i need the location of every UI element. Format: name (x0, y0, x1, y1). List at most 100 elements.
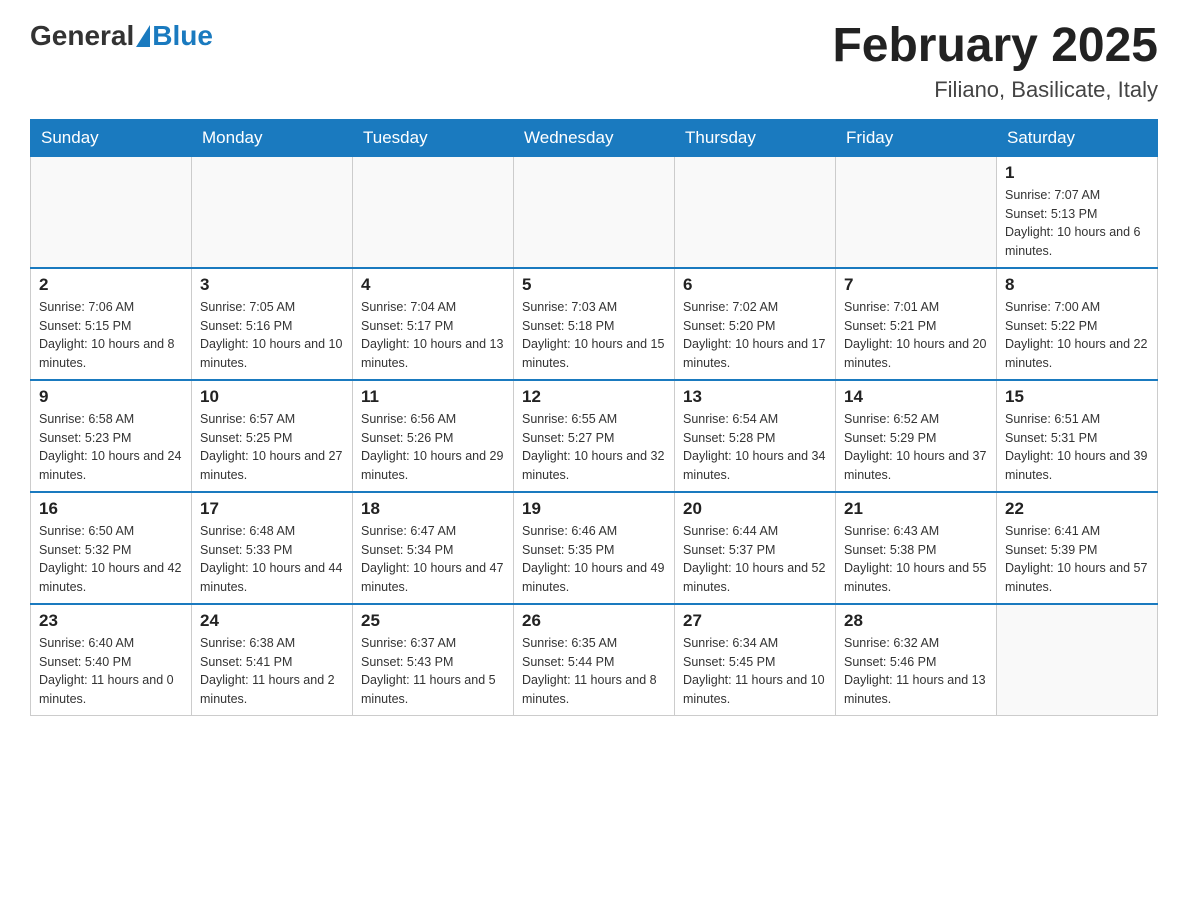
calendar-cell (31, 156, 192, 268)
day-info: Sunrise: 6:40 AMSunset: 5:40 PMDaylight:… (39, 634, 183, 709)
day-number: 22 (1005, 499, 1149, 519)
day-info: Sunrise: 6:54 AMSunset: 5:28 PMDaylight:… (683, 410, 827, 485)
calendar-cell (836, 156, 997, 268)
calendar-cell: 11 Sunrise: 6:56 AMSunset: 5:26 PMDayligh… (353, 380, 514, 492)
day-number: 20 (683, 499, 827, 519)
day-info: Sunrise: 7:00 AMSunset: 5:22 PMDaylight:… (1005, 298, 1149, 373)
calendar-cell: 26Sunrise: 6:35 AMSunset: 5:44 PMDayligh… (514, 604, 675, 716)
calendar-cell: 16 Sunrise: 6:50 AMSunset: 5:32 PMDayligh… (31, 492, 192, 604)
day-number: 6 (683, 275, 827, 295)
calendar-cell: 12Sunrise: 6:55 AMSunset: 5:27 PMDayligh… (514, 380, 675, 492)
calendar-cell: 1 Sunrise: 7:07 AMSunset: 5:13 PMDaylight… (997, 156, 1158, 268)
day-info: Sunrise: 7:03 AMSunset: 5:18 PMDaylight:… (522, 298, 666, 373)
day-info: Sunrise: 7:05 AMSunset: 5:16 PMDaylight:… (200, 298, 344, 373)
calendar-cell: 25 Sunrise: 6:37 AMSunset: 5:43 PMDayligh… (353, 604, 514, 716)
day-number: 5 (522, 275, 666, 295)
day-info: Sunrise: 6:57 AMSunset: 5:25 PMDaylight:… (200, 410, 344, 485)
day-number: 24 (200, 611, 344, 631)
calendar-cell: 5 Sunrise: 7:03 AMSunset: 5:18 PMDaylight… (514, 268, 675, 380)
calendar-cell (192, 156, 353, 268)
calendar-cell: 14 Sunrise: 6:52 AMSunset: 5:29 PMDayligh… (836, 380, 997, 492)
calendar-cell: 18 Sunrise: 6:47 AMSunset: 5:34 PMDayligh… (353, 492, 514, 604)
calendar-cell: 4 Sunrise: 7:04 AMSunset: 5:17 PMDaylight… (353, 268, 514, 380)
week-row-3: 9 Sunrise: 6:58 AMSunset: 5:23 PMDaylight… (31, 380, 1158, 492)
month-title: February 2025 (832, 20, 1158, 73)
day-info: Sunrise: 6:55 AMSunset: 5:27 PMDaylight:… (522, 410, 666, 485)
day-number: 21 (844, 499, 988, 519)
calendar-cell: 27Sunrise: 6:34 AMSunset: 5:45 PMDayligh… (675, 604, 836, 716)
day-info: Sunrise: 6:52 AMSunset: 5:29 PMDaylight:… (844, 410, 988, 485)
day-info: Sunrise: 6:58 AMSunset: 5:23 PMDaylight:… (39, 410, 183, 485)
logo: General Blue (30, 20, 213, 52)
col-sunday: Sunday (31, 119, 192, 156)
day-number: 18 (361, 499, 505, 519)
day-info: Sunrise: 6:48 AMSunset: 5:33 PMDaylight:… (200, 522, 344, 597)
calendar-cell: 10 Sunrise: 6:57 AMSunset: 5:25 PMDayligh… (192, 380, 353, 492)
day-number: 19 (522, 499, 666, 519)
title-section: February 2025 Filiano, Basilicate, Italy (832, 20, 1158, 103)
day-number: 7 (844, 275, 988, 295)
day-number: 15 (1005, 387, 1149, 407)
logo-general-text: General (30, 20, 134, 52)
calendar-cell: 21 Sunrise: 6:43 AMSunset: 5:38 PMDayligh… (836, 492, 997, 604)
calendar-cell: 19 Sunrise: 6:46 AMSunset: 5:35 PMDayligh… (514, 492, 675, 604)
page-header: General Blue February 2025 Filiano, Basi… (30, 20, 1158, 103)
day-info: Sunrise: 6:38 AMSunset: 5:41 PMDaylight:… (200, 634, 344, 709)
calendar-cell: 17Sunrise: 6:48 AMSunset: 5:33 PMDayligh… (192, 492, 353, 604)
calendar-cell: 20 Sunrise: 6:44 AMSunset: 5:37 PMDayligh… (675, 492, 836, 604)
calendar-cell: 7Sunrise: 7:01 AMSunset: 5:21 PMDaylight… (836, 268, 997, 380)
day-number: 14 (844, 387, 988, 407)
day-info: Sunrise: 7:07 AMSunset: 5:13 PMDaylight:… (1005, 186, 1149, 261)
col-monday: Monday (192, 119, 353, 156)
day-info: Sunrise: 7:06 AMSunset: 5:15 PMDaylight:… (39, 298, 183, 373)
day-info: Sunrise: 6:44 AMSunset: 5:37 PMDaylight:… (683, 522, 827, 597)
logo-blue-text: Blue (152, 20, 213, 52)
week-row-1: 1 Sunrise: 7:07 AMSunset: 5:13 PMDaylight… (31, 156, 1158, 268)
day-info: Sunrise: 6:46 AMSunset: 5:35 PMDaylight:… (522, 522, 666, 597)
day-info: Sunrise: 6:35 AMSunset: 5:44 PMDaylight:… (522, 634, 666, 709)
day-number: 13 (683, 387, 827, 407)
day-number: 9 (39, 387, 183, 407)
calendar-cell (997, 604, 1158, 716)
day-info: Sunrise: 6:32 AMSunset: 5:46 PMDaylight:… (844, 634, 988, 709)
day-number: 23 (39, 611, 183, 631)
calendar-cell: 15 Sunrise: 6:51 AMSunset: 5:31 PMDayligh… (997, 380, 1158, 492)
day-number: 11 (361, 387, 505, 407)
calendar-cell: 2 Sunrise: 7:06 AMSunset: 5:15 PMDaylight… (31, 268, 192, 380)
logo-triangle-icon (136, 25, 150, 47)
day-number: 25 (361, 611, 505, 631)
col-friday: Friday (836, 119, 997, 156)
calendar-cell: 3 Sunrise: 7:05 AMSunset: 5:16 PMDaylight… (192, 268, 353, 380)
calendar-cell: 9 Sunrise: 6:58 AMSunset: 5:23 PMDaylight… (31, 380, 192, 492)
calendar-cell: 23 Sunrise: 6:40 AMSunset: 5:40 PMDayligh… (31, 604, 192, 716)
day-info: Sunrise: 7:02 AMSunset: 5:20 PMDaylight:… (683, 298, 827, 373)
col-tuesday: Tuesday (353, 119, 514, 156)
day-info: Sunrise: 7:04 AMSunset: 5:17 PMDaylight:… (361, 298, 505, 373)
calendar-cell (353, 156, 514, 268)
calendar-cell (514, 156, 675, 268)
day-number: 27 (683, 611, 827, 631)
day-number: 16 (39, 499, 183, 519)
day-number: 2 (39, 275, 183, 295)
day-number: 10 (200, 387, 344, 407)
location-title: Filiano, Basilicate, Italy (832, 77, 1158, 103)
day-info: Sunrise: 6:47 AMSunset: 5:34 PMDaylight:… (361, 522, 505, 597)
day-info: Sunrise: 6:41 AMSunset: 5:39 PMDaylight:… (1005, 522, 1149, 597)
week-row-4: 16 Sunrise: 6:50 AMSunset: 5:32 PMDayligh… (31, 492, 1158, 604)
week-row-2: 2 Sunrise: 7:06 AMSunset: 5:15 PMDaylight… (31, 268, 1158, 380)
calendar-header-row: Sunday Monday Tuesday Wednesday Thursday… (31, 119, 1158, 156)
calendar-cell: 8Sunrise: 7:00 AMSunset: 5:22 PMDaylight… (997, 268, 1158, 380)
day-info: Sunrise: 6:51 AMSunset: 5:31 PMDaylight:… (1005, 410, 1149, 485)
day-number: 4 (361, 275, 505, 295)
day-info: Sunrise: 6:56 AMSunset: 5:26 PMDaylight:… (361, 410, 505, 485)
calendar-cell: 24 Sunrise: 6:38 AMSunset: 5:41 PMDayligh… (192, 604, 353, 716)
week-row-5: 23 Sunrise: 6:40 AMSunset: 5:40 PMDayligh… (31, 604, 1158, 716)
day-number: 3 (200, 275, 344, 295)
day-number: 1 (1005, 163, 1149, 183)
day-info: Sunrise: 6:37 AMSunset: 5:43 PMDaylight:… (361, 634, 505, 709)
calendar-cell: 13 Sunrise: 6:54 AMSunset: 5:28 PMDayligh… (675, 380, 836, 492)
day-info: Sunrise: 6:43 AMSunset: 5:38 PMDaylight:… (844, 522, 988, 597)
calendar-cell: 22 Sunrise: 6:41 AMSunset: 5:39 PMDayligh… (997, 492, 1158, 604)
calendar-cell (675, 156, 836, 268)
day-info: Sunrise: 6:50 AMSunset: 5:32 PMDaylight:… (39, 522, 183, 597)
